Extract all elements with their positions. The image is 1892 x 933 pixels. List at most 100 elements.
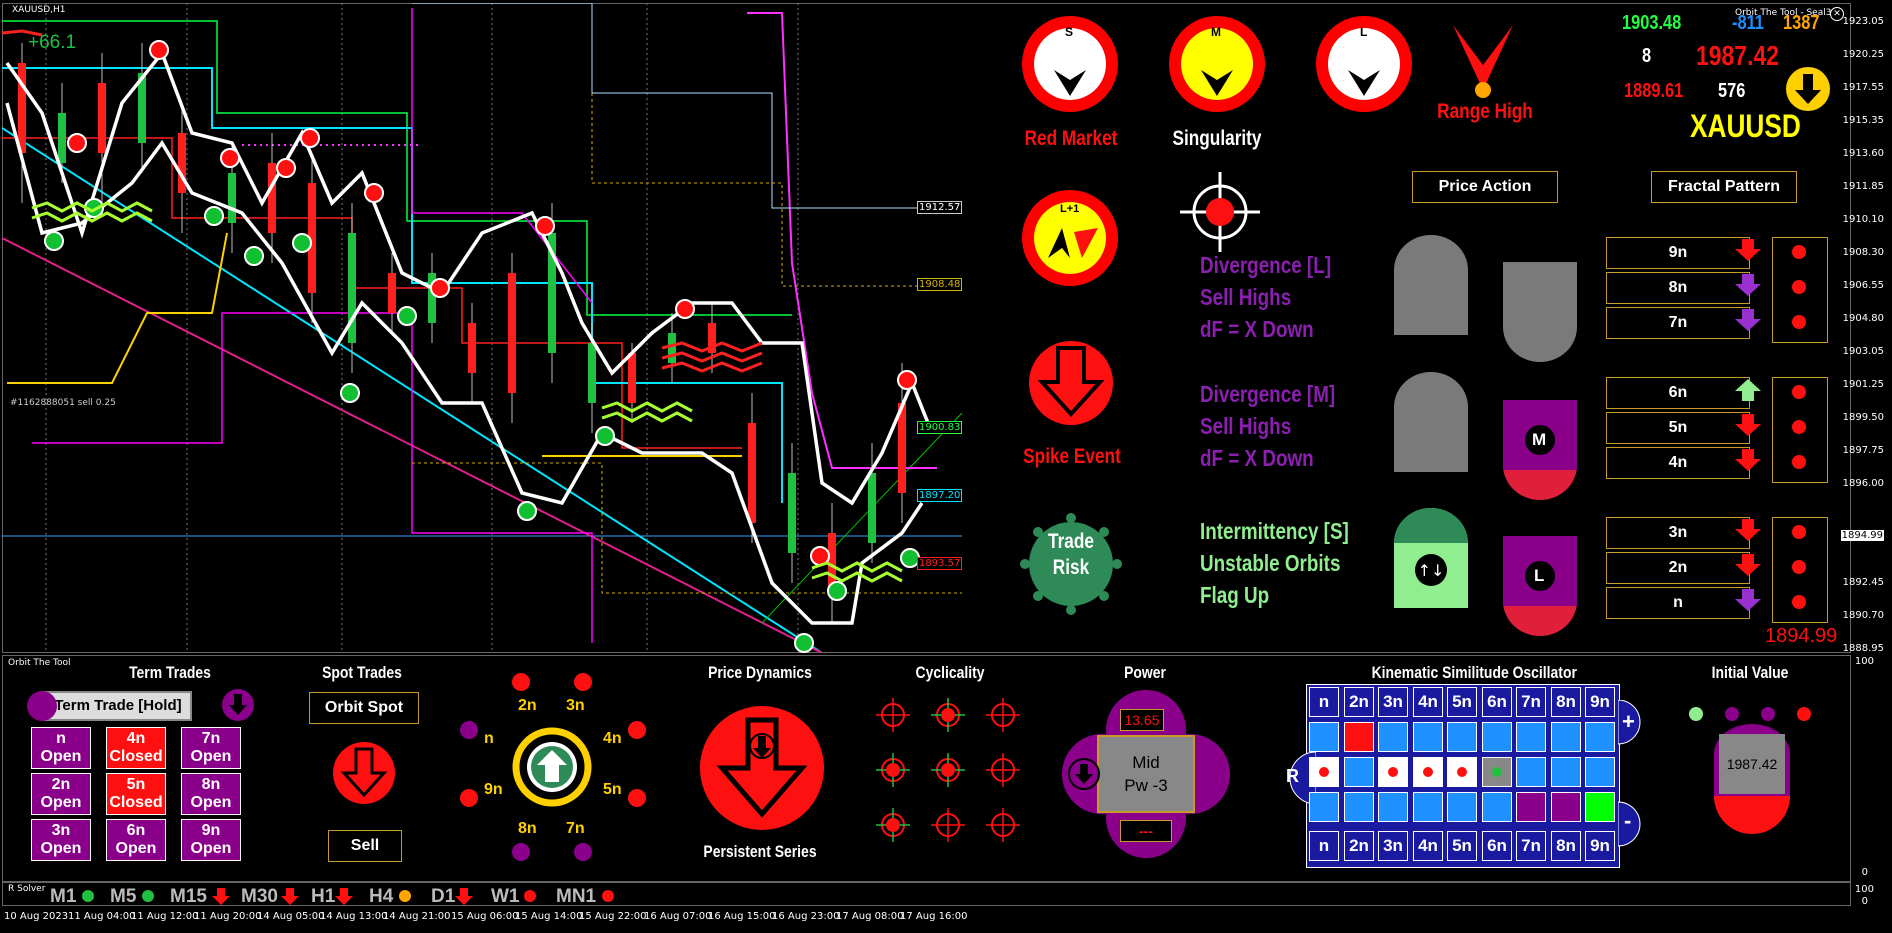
time-tick: 16 Aug 07:00 (644, 911, 712, 922)
range-high-icon (1453, 25, 1513, 98)
cell-status: Open (40, 748, 82, 765)
arrow-down-icon (1735, 274, 1761, 296)
term-cell-6n[interactable]: 6n Open (106, 819, 166, 861)
term-cell-4n[interactable]: 4n Closed (106, 727, 166, 769)
order-label[interactable]: #1162888051 sell 0.25 (10, 398, 116, 408)
axis-tick: 1892.45 (1842, 577, 1884, 588)
green-dot-icon (142, 890, 154, 902)
cell-label: 6n (126, 822, 146, 839)
term-trade-hold-button[interactable]: Term Trade [Hold] (44, 691, 192, 721)
red-down-arrow-icon (455, 888, 473, 905)
kso-cell (1413, 722, 1443, 752)
term-cell-5n[interactable]: 5n Closed (106, 773, 166, 815)
divergence-m-title: Divergence [M] (1200, 381, 1336, 407)
fractal-9n[interactable]: 9n (1606, 237, 1750, 269)
kso-head: 7n (1516, 687, 1546, 717)
cell-status: Closed (109, 794, 163, 811)
cell-label: n (56, 730, 66, 747)
readout-v2: -811 (1732, 12, 1764, 34)
fractal-n[interactable]: n (1606, 587, 1750, 619)
readout-v5: 1987.42 (1696, 40, 1779, 71)
time-tick: 15 Aug 22:00 (579, 911, 647, 922)
divergence-l-sub1: Sell Highs (1200, 284, 1292, 310)
price-axis[interactable]: 1923.05 1920.25 1917.55 1915.35 1913.60 … (1840, 3, 1892, 933)
sub-axis-tick: 100 (1854, 656, 1874, 667)
axis-tick: 1910.10 (1842, 214, 1884, 225)
spike-event-icon (1029, 341, 1113, 425)
term-cell-8n[interactable]: 8n Open (181, 773, 241, 815)
intermittency-sub2: Flag Up (1200, 582, 1270, 608)
fractal-8n[interactable]: 8n (1606, 272, 1750, 304)
sub-axis-tick: 0 (1861, 896, 1868, 907)
left-toggle-icon[interactable] (26, 690, 58, 722)
red-market-label: Red Market (1024, 127, 1118, 150)
fractal-3n[interactable]: 3n (1606, 517, 1750, 549)
kso-r-label: R (1286, 766, 1299, 786)
arrow-down-icon (1735, 519, 1761, 541)
term-cell-n[interactable]: n Open (31, 727, 91, 769)
fractal-6n[interactable]: 6n (1606, 377, 1750, 409)
range-high-label: Range High (1437, 100, 1533, 123)
fractal-2n[interactable]: 2n (1606, 552, 1750, 584)
red-dot-icon (524, 890, 536, 902)
time-tick: 15 Aug 06:00 (451, 911, 519, 922)
time-tick: 16 Aug 23:00 (772, 911, 840, 922)
kso-head: n (1309, 687, 1339, 717)
m-cup-letter: M (1532, 430, 1547, 449)
time-tick: 17 Aug 16:00 (900, 911, 968, 922)
kso-cell (1344, 792, 1374, 822)
green-dot-icon (82, 890, 94, 902)
power-value: 13.65 (1120, 709, 1164, 731)
orbit-spot-button[interactable]: Orbit Spot (309, 692, 419, 724)
term-cell-2n[interactable]: 2n Open (31, 773, 91, 815)
cell-status: Open (190, 794, 232, 811)
term-cell-3n[interactable]: 3n Open (31, 819, 91, 861)
kso-cell (1482, 722, 1512, 752)
fractal-pattern-button[interactable]: Fractal Pattern (1651, 171, 1797, 203)
level-1893: 1893.57 (917, 557, 963, 570)
fractal-4n[interactable]: 4n (1606, 447, 1750, 479)
kso-cell (1413, 792, 1443, 822)
trade-risk-label-1: Trade (1048, 530, 1094, 553)
fractal-5n[interactable]: 5n (1606, 412, 1750, 444)
cell-label: 4n (126, 730, 146, 747)
kso-cell (1585, 722, 1615, 752)
fractal-7n[interactable]: 7n (1606, 307, 1750, 339)
term-down-icon[interactable] (221, 688, 255, 722)
kso-plus-button[interactable]: + (1622, 709, 1635, 735)
term-cell-9n[interactable]: 9n Open (181, 819, 241, 861)
initial-value-number: 1987.42 (1726, 756, 1778, 772)
divergence-m-sub1: Sell Highs (1200, 413, 1292, 439)
down-arrow-icon (1786, 67, 1830, 111)
term-cell-7n[interactable]: 7n Open (181, 727, 241, 769)
kso-title: Kinematic Similitude Oscillator (1371, 663, 1577, 682)
cell-label: 5n (126, 776, 146, 793)
current-price-tag: 1894.99 (1840, 530, 1884, 541)
kso-foot: 9n (1585, 831, 1615, 861)
cell-label: 9n (201, 822, 221, 839)
kso-foot: 6n (1482, 831, 1512, 861)
cell-label: 8n (201, 776, 221, 793)
cell-label: 7n (201, 730, 221, 747)
cell-status: Open (40, 840, 82, 857)
power-dash: --- (1120, 820, 1172, 842)
red-down-arrow-icon (335, 888, 353, 905)
price-action-button[interactable]: Price Action (1412, 171, 1558, 203)
orbit-3n: 3n (566, 697, 585, 714)
kso-cell (1378, 722, 1408, 752)
kso-head: 9n (1585, 687, 1615, 717)
price-chart[interactable] (2, 3, 962, 653)
svg-text:↑↓: ↑↓ (1418, 561, 1445, 580)
magenta-dotted-curve (747, 12, 937, 469)
close-icon[interactable]: ✕ (1830, 7, 1844, 21)
kso-cell (1447, 792, 1477, 822)
kso-head: 4n (1413, 687, 1443, 717)
bottom-panel-title: Orbit The Tool (8, 658, 71, 668)
orbit-8n: 8n (518, 820, 537, 837)
readout-v4: 8 (1642, 45, 1652, 67)
kso-minus-button[interactable]: - (1624, 808, 1631, 834)
dial-l-letter: L (1360, 25, 1368, 39)
orbit-4n: 4n (603, 730, 622, 747)
time-tick: 17 Aug 08:00 (836, 911, 904, 922)
sell-button[interactable]: Sell (328, 830, 402, 862)
